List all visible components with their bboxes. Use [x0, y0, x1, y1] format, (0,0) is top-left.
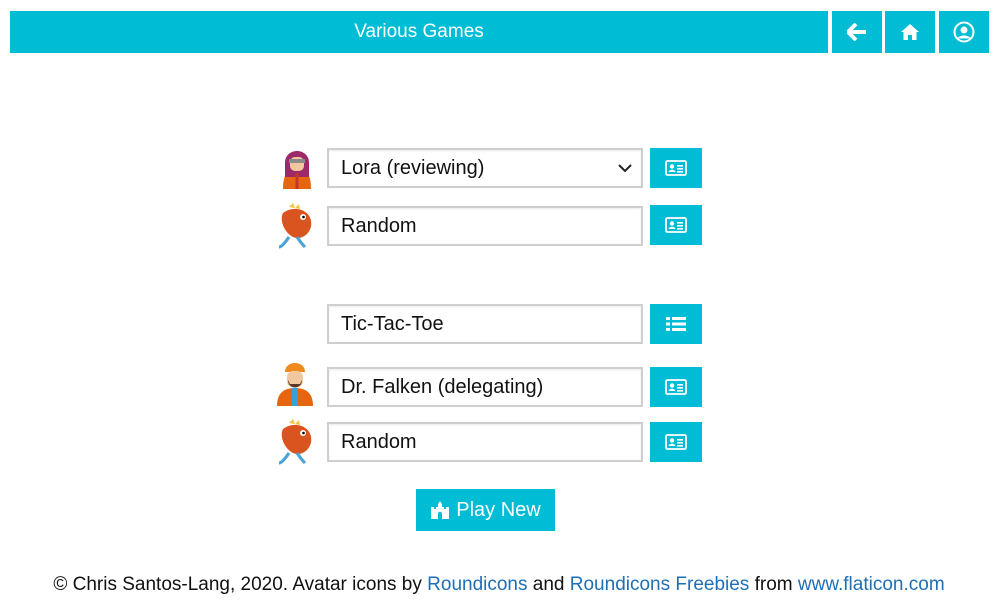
roundicons-freebies-link[interactable]: Roundicons Freebies — [570, 574, 750, 595]
id-card-icon — [665, 379, 687, 395]
home-icon — [901, 24, 919, 40]
player-select-value: Lora (reviewing) — [341, 156, 485, 179]
page-title: Various Games — [354, 21, 484, 42]
id-card-icon — [665, 434, 687, 450]
footer-from-text: from — [749, 574, 798, 595]
player-name-input[interactable]: Random — [327, 206, 643, 246]
opponent-name-input[interactable]: Dr. Falken (delegating) — [327, 367, 643, 407]
footer-credit-text: © Chris Santos-Lang, 2020. Avatar icons … — [53, 574, 428, 595]
player-name-value: Random — [341, 214, 417, 237]
fish-avatar — [275, 203, 319, 249]
title-bar: Various Games — [10, 11, 828, 53]
home-button[interactable] — [885, 11, 935, 53]
player2-profile-button[interactable] — [650, 205, 702, 245]
footer: © Chris Santos-Lang, 2020. Avatar icons … — [0, 574, 998, 596]
game-value: Tic-Tac-Toe — [341, 312, 444, 335]
opponent2-profile-button[interactable] — [650, 422, 702, 462]
arrow-left-icon — [847, 23, 866, 41]
footer-and-text: and — [527, 574, 570, 595]
castle-icon — [431, 501, 450, 519]
opponent2-name-input[interactable]: Random — [327, 422, 643, 462]
play-new-label: Play New — [456, 498, 541, 521]
flaticon-link[interactable]: www.flaticon.com — [798, 574, 945, 595]
opponent-profile-button[interactable] — [650, 367, 702, 407]
id-card-icon — [665, 217, 687, 233]
user-circle-icon — [953, 21, 975, 43]
roundicons-link[interactable]: Roundicons — [427, 574, 527, 595]
back-button[interactable] — [832, 11, 882, 53]
list-icon — [666, 317, 686, 331]
profile-button[interactable] — [939, 11, 989, 53]
opponent2-name-value: Random — [341, 430, 417, 453]
hooded-girl-avatar — [275, 143, 319, 189]
chevron-down-icon — [618, 164, 632, 173]
fish-avatar — [275, 419, 319, 465]
opponent-name-value: Dr. Falken (delegating) — [341, 375, 544, 398]
game-list-button[interactable] — [650, 304, 702, 344]
player-select[interactable]: Lora (reviewing) — [327, 148, 643, 188]
game-input[interactable]: Tic-Tac-Toe — [327, 304, 643, 344]
id-card-icon — [665, 160, 687, 176]
man-turban-avatar — [273, 360, 317, 406]
play-new-button[interactable]: Play New — [416, 489, 555, 531]
player-profile-button[interactable] — [650, 148, 702, 188]
